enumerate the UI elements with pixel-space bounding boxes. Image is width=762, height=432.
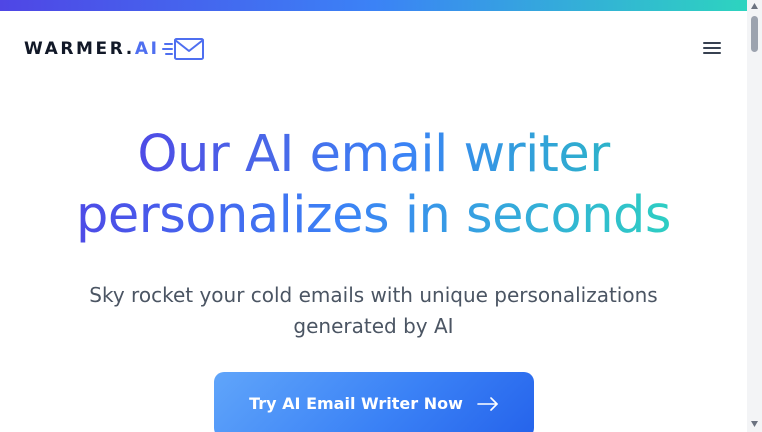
- try-ai-email-writer-button[interactable]: Try AI Email Writer Now: [214, 372, 534, 432]
- logo-text-accent: AI: [134, 39, 160, 59]
- subhead-line-2: generated by AI: [293, 314, 454, 338]
- landing-page: WARMER.AI Our AI email writer personaliz…: [0, 0, 747, 432]
- site-header: WARMER.AI: [0, 11, 747, 83]
- scroll-down-arrow-icon[interactable]: [750, 420, 759, 428]
- cta-label: Try AI Email Writer Now: [249, 394, 463, 413]
- top-gradient-bar: [0, 0, 747, 11]
- logo-text-main: WARMER.: [24, 39, 135, 59]
- vertical-scrollbar[interactable]: [747, 0, 762, 432]
- headline-line-2: personalizes in seconds: [54, 185, 694, 246]
- hamburger-menu-button[interactable]: [701, 39, 723, 57]
- browser-viewport: WARMER.AI Our AI email writer personaliz…: [0, 0, 762, 432]
- envelope-icon: [161, 38, 204, 60]
- headline-line-1: Our AI email writer: [114, 124, 634, 185]
- arrow-right-icon: [477, 397, 498, 411]
- hamburger-menu-icon: [703, 42, 721, 54]
- logo-link[interactable]: WARMER.AI: [24, 35, 206, 63]
- logo-text: WARMER.AI: [24, 39, 160, 59]
- subhead-line-1: Sky rocket your cold emails with unique …: [89, 283, 658, 307]
- hero-headline: Our AI email writer personalizes in seco…: [0, 124, 747, 246]
- hero-subheading: Sky rocket your cold emails with unique …: [0, 280, 747, 342]
- scrollbar-thumb[interactable]: [751, 16, 758, 52]
- scroll-up-arrow-icon[interactable]: [750, 2, 759, 10]
